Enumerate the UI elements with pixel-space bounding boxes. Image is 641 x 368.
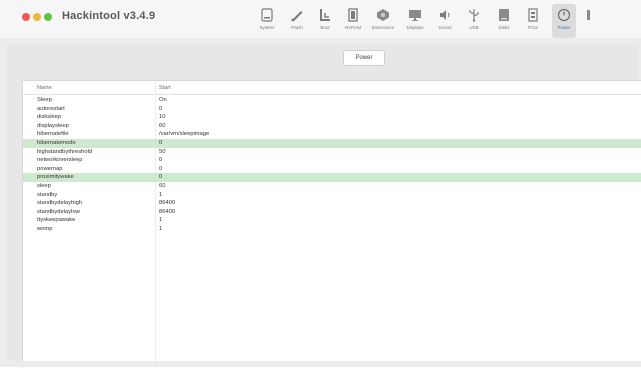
table-row[interactable]: autorestart 0 [23, 105, 641, 114]
column-header-name[interactable]: Name [37, 85, 52, 91]
boot-icon [318, 8, 332, 22]
table-row[interactable]: womp 1 [23, 225, 641, 234]
row-name: hibernatefile [37, 131, 69, 138]
row-name: Sleep [37, 97, 52, 103]
table-row[interactable]: ttyskeepawake 1 [23, 216, 641, 225]
toolbar-sound[interactable]: Sound [434, 4, 456, 38]
extensions-icon [376, 8, 390, 22]
row-value: 0 [159, 165, 163, 172]
row-value: 60 [159, 182, 166, 189]
row-name: standbydelaylow [37, 208, 80, 215]
pcie-icon [526, 8, 540, 22]
row-name: autorestart [37, 105, 65, 112]
toolbar-label: Sound [438, 25, 452, 30]
close-window-button[interactable] [22, 13, 30, 21]
toolbar-power[interactable]: Power [552, 4, 576, 38]
row-value: On [159, 97, 167, 103]
app-window: Hackintool v3.4.9 System Patch Boot NVRA… [0, 0, 641, 368]
row-value: /var/vm/sleepimage [159, 131, 210, 138]
table-header: Name Start [23, 81, 641, 95]
displays-icon [408, 8, 422, 22]
more-icon [582, 8, 596, 22]
row-value: 10 [159, 114, 166, 121]
toolbar-label: Extensions [372, 25, 395, 30]
row-name: displaysleep [37, 122, 69, 129]
minimize-window-button[interactable] [33, 13, 41, 21]
column-header-start[interactable]: Start [159, 85, 171, 91]
power-tab-button[interactable]: Power [343, 50, 385, 66]
disks-icon [497, 8, 511, 22]
row-name: highstandbythreshold [37, 148, 93, 155]
row-value: 0 [159, 174, 163, 181]
toolbar-usb[interactable]: USB [463, 4, 485, 38]
table-row[interactable]: hibernatefile/var/vm/sleepimage [23, 130, 641, 139]
row-value: 86400 [159, 208, 176, 215]
toolbar-label: PCIe [527, 25, 538, 30]
toolbar-nvram[interactable]: NVRAM [342, 4, 364, 38]
toolbar-label: System [259, 25, 275, 30]
row-value: 1 [159, 191, 163, 198]
table-row[interactable]: highstandbythreshold 50 [23, 148, 641, 157]
row-value: 1 [159, 225, 163, 232]
row-value: 86400 [159, 200, 176, 207]
toolbar-label: Patch [291, 25, 303, 30]
row-value: 50 [159, 148, 166, 155]
row-name: disksleep [37, 114, 62, 121]
table-row[interactable]: standbydelaylow 86400 [23, 208, 641, 217]
row-name: networkoversleep [37, 157, 83, 164]
nvram-icon [346, 8, 360, 22]
table-body: Sleep On autorestart 0 disksleep 10 display… [23, 96, 641, 234]
toolbar-boot[interactable]: Boot [314, 4, 336, 38]
toolbar-disks[interactable]: Disks [493, 4, 515, 38]
row-name: standbydelayhigh [37, 200, 83, 207]
usb-icon [467, 8, 481, 22]
table-row[interactable]: disksleep 10 [23, 113, 641, 122]
power-settings-table: Name Start Sleep On autorestart 0 diskslee… [22, 80, 641, 368]
row-value: 0 [159, 157, 163, 164]
row-value: 60 [159, 122, 166, 129]
toolbar-extensions[interactable]: Extensions [372, 4, 394, 38]
sound-icon [438, 8, 452, 22]
table-row[interactable]: standbydelayhigh 86400 [23, 199, 641, 208]
toolbar-pcie[interactable]: PCIe [522, 4, 544, 38]
table-row-selected[interactable]: proximitywake 0 [23, 173, 641, 182]
row-name: womp [37, 225, 53, 232]
toolbar-label: NVRAM [344, 25, 362, 30]
row-name: hibernatemode [37, 139, 76, 146]
table-row[interactable]: sleep 60 [23, 182, 641, 191]
maximize-window-button[interactable] [44, 13, 52, 21]
row-name: proximitywake [37, 174, 74, 181]
title-bar: Hackintool v3.4.9 System Patch Boot NVRA… [0, 0, 641, 38]
toolbar-displays[interactable]: Displays [404, 4, 426, 38]
table-row[interactable]: standby 1 [23, 191, 641, 200]
row-name: standby [37, 191, 58, 198]
row-name: sleep [37, 182, 51, 189]
toolbar-system[interactable]: System [256, 4, 278, 38]
toolbar: System Patch Boot NVRAM Extensions Displ… [250, 4, 641, 38]
power-icon [557, 8, 571, 22]
system-icon [260, 8, 274, 22]
table-row-selected[interactable]: hibernatemode 0 [23, 138, 641, 148]
toolbar-label: Power [557, 25, 571, 30]
toolbar-label: Disks [498, 25, 510, 30]
toolbar-patch[interactable]: Patch [286, 4, 308, 38]
table-row[interactable]: displaysleep 60 [23, 122, 641, 131]
table-row[interactable]: Sleep On [23, 96, 641, 105]
window-title: Hackintool v3.4.9 [62, 10, 156, 22]
toolbar-label: Boot [320, 25, 330, 30]
table-row[interactable]: networkoversleep 0 [23, 156, 641, 165]
row-value: 1 [159, 217, 163, 224]
toolbar-overflow[interactable] [584, 4, 594, 38]
table-row[interactable]: powernap 0 [23, 165, 641, 174]
toolbar-label: USB [469, 25, 479, 30]
bottom-bar [0, 361, 641, 367]
patch-icon [290, 8, 304, 22]
row-name: powernap [37, 165, 63, 172]
row-value: 0 [159, 139, 163, 146]
toolbar-label: Displays [406, 25, 424, 30]
row-value: 0 [159, 105, 163, 112]
row-name: ttyskeepawake [37, 217, 76, 224]
